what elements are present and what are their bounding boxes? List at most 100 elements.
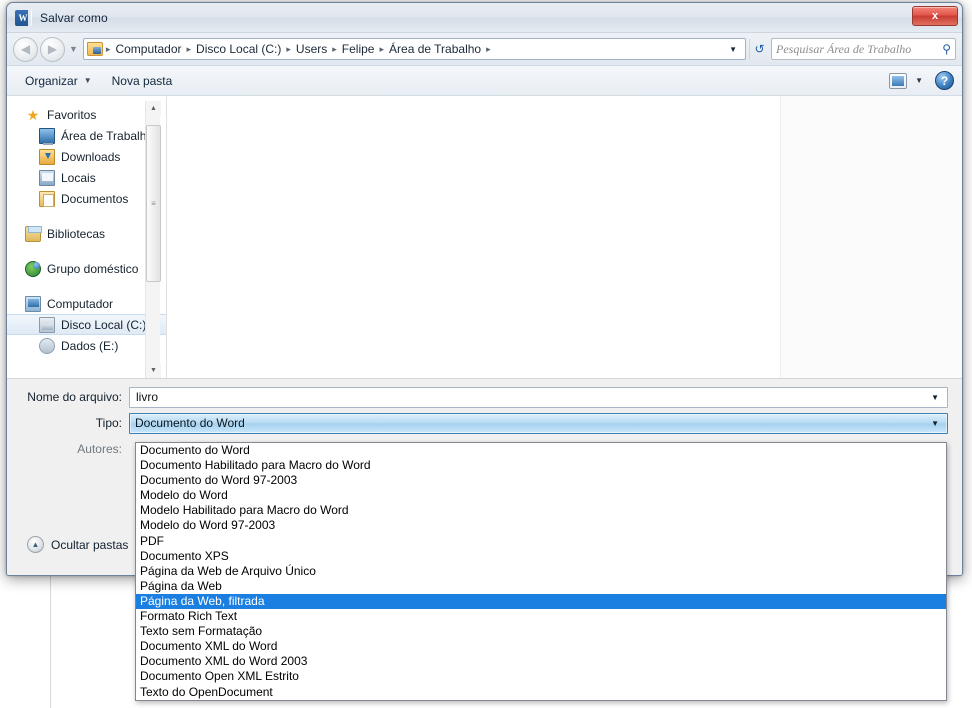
help-button[interactable]: ? (935, 71, 954, 90)
hide-folders-label: Ocultar pastas (51, 537, 129, 552)
file-list-area[interactable] (167, 96, 780, 378)
sidebar-label: Documentos (61, 191, 129, 206)
sidebar-label: Bibliotecas (47, 226, 106, 241)
word-icon: W (15, 10, 32, 26)
folder-icon (86, 42, 103, 56)
view-chevron-down-icon[interactable]: ▼ (915, 76, 923, 85)
filetype-option[interactable]: Página da Web (136, 579, 946, 594)
documents-icon (39, 190, 55, 207)
filetype-option[interactable]: Página da Web de Arquivo Único (136, 564, 946, 579)
back-button[interactable]: ◀ (13, 36, 38, 62)
computer-icon (25, 295, 41, 312)
filetype-chevron-down-icon[interactable]: ▼ (925, 419, 945, 428)
homegroup-icon (25, 260, 41, 277)
sidebar-item-downloads[interactable]: Downloads (7, 146, 166, 167)
document-margin-line (50, 560, 51, 708)
dialog-body: ★ Favoritos Área de Trabalho Downloads L… (7, 96, 962, 378)
hide-folders-button[interactable]: ▲ Ocultar pastas (27, 536, 128, 553)
downloads-icon (39, 148, 55, 165)
address-chevron-down-icon[interactable]: ▼ (723, 45, 743, 54)
sidebar-group-grupo-domestico[interactable]: Grupo doméstico (7, 258, 166, 279)
filename-row: Nome do arquivo: livro ▼ (7, 386, 962, 408)
filetype-option[interactable]: Documento XPS (136, 549, 946, 564)
sidebar-scrollbar[interactable]: ▲ ≡ ▼ (145, 101, 161, 378)
sidebar-label: Disco Local (C:) (61, 317, 147, 332)
sidebar-label: Downloads (61, 149, 121, 164)
sidebar-label: Grupo doméstico (47, 261, 139, 276)
scrollbar-thumb[interactable]: ≡ (146, 125, 161, 282)
breadcrumb-separator: ▸ (486, 43, 491, 54)
back-arrow-icon: ◀ (20, 42, 31, 56)
filetype-option[interactable]: Modelo do Word 97-2003 (136, 518, 946, 533)
sidebar-item-locais[interactable]: Locais (7, 167, 166, 188)
filetype-option[interactable]: Formato Rich Text (136, 609, 946, 624)
breadcrumb-item-area-de-trabalho[interactable]: Área de Trabalho (385, 40, 485, 58)
chevron-up-circle-icon: ▲ (27, 536, 44, 553)
filetype-combobox[interactable]: Documento do Word ▼ (129, 412, 948, 434)
filename-input[interactable]: livro ▼ (129, 386, 948, 408)
scroll-down-arrow-icon[interactable]: ▼ (146, 363, 161, 378)
organize-button[interactable]: Organizar ▼ (15, 70, 102, 92)
breadcrumb-item-disco-local[interactable]: Disco Local (C:) (192, 40, 285, 58)
filetype-option[interactable]: Documento Habilitado para Macro do Word (136, 458, 946, 473)
filetype-option[interactable]: Página da Web, filtrada (136, 593, 946, 610)
address-toolbar: ◀ ▶ ▼ ▸ Computador ▸ Disco Local (C:) ▸ … (7, 33, 962, 66)
places-icon (39, 169, 55, 186)
search-input[interactable]: Pesquisar Área de Trabalho ⚲ (771, 38, 956, 60)
disk-icon (39, 337, 55, 354)
sidebar-label: Área de Trabalho (61, 128, 154, 143)
filetype-row: Tipo: Documento do Word ▼ (7, 412, 962, 434)
close-button[interactable]: x (912, 6, 958, 26)
organize-label: Organizar (25, 73, 78, 88)
dialog-titlebar: W Salvar como x (7, 3, 962, 33)
scrollbar-grip-icon: ≡ (151, 198, 156, 208)
sidebar-group-bibliotecas[interactable]: Bibliotecas (7, 223, 166, 244)
sidebar-item-disco-local-c[interactable]: Disco Local (C:) (7, 314, 166, 335)
filetype-option[interactable]: Documento do Word (136, 443, 946, 458)
authors-label: Autores: (77, 442, 122, 456)
filetype-option[interactable]: Modelo do Word (136, 488, 946, 503)
view-mode-icon[interactable] (889, 72, 908, 89)
filename-chevron-down-icon[interactable]: ▼ (925, 393, 945, 402)
scroll-up-arrow-icon[interactable]: ▲ (146, 101, 161, 116)
filetype-value: Documento do Word (135, 416, 245, 430)
recent-locations-chevron-down-icon[interactable]: ▼ (69, 44, 78, 54)
forward-arrow-icon: ▶ (47, 42, 58, 56)
sidebar-label: Dados (E:) (61, 338, 119, 353)
sidebar-item-documentos[interactable]: Documentos (7, 188, 166, 209)
filetype-option[interactable]: Documento Open XML Estrito (136, 669, 946, 684)
search-placeholder: Pesquisar Área de Trabalho (776, 41, 912, 56)
filetype-option[interactable]: Texto sem Formatação (136, 624, 946, 639)
filetype-option[interactable]: Documento do Word 97-2003 (136, 473, 946, 488)
sidebar-group-favoritos[interactable]: ★ Favoritos (7, 104, 166, 125)
navigation-sidebar: ★ Favoritos Área de Trabalho Downloads L… (7, 96, 167, 378)
refresh-icon[interactable]: ↺ (749, 38, 769, 60)
filetype-option[interactable]: Documento XML do Word 2003 (136, 654, 946, 669)
filetype-option[interactable]: Modelo Habilitado para Macro do Word (136, 503, 946, 518)
chevron-down-icon: ▼ (83, 76, 92, 85)
breadcrumb-item-computador[interactable]: Computador (111, 40, 185, 58)
filetype-option[interactable]: Documento XML do Word (136, 639, 946, 654)
sidebar-item-dados-e[interactable]: Dados (E:) (7, 335, 166, 356)
forward-button[interactable]: ▶ (40, 36, 65, 62)
sidebar-item-area-de-trabalho[interactable]: Área de Trabalho (7, 125, 166, 146)
filetype-dropdown-list[interactable]: Documento do Word Documento Habilitado pa… (135, 442, 947, 701)
command-toolbar: Organizar ▼ Nova pasta ▼ ? (7, 66, 962, 96)
new-folder-label: Nova pasta (111, 73, 173, 88)
breadcrumb-address-bar[interactable]: ▸ Computador ▸ Disco Local (C:) ▸ Users … (82, 38, 746, 60)
new-folder-button[interactable]: Nova pasta (102, 70, 183, 92)
filetype-option[interactable]: PDF (136, 534, 946, 549)
preview-pane (780, 96, 962, 378)
sidebar-label: Locais (61, 170, 96, 185)
sidebar-label: Favoritos (47, 107, 97, 122)
filetype-label: Tipo: (95, 416, 122, 430)
sidebar-group-computador[interactable]: Computador (7, 293, 166, 314)
sidebar-label: Computador (47, 296, 114, 311)
breadcrumb-item-users[interactable]: Users (292, 40, 331, 58)
libraries-icon (25, 225, 42, 242)
filetype-option[interactable]: Texto do OpenDocument (136, 685, 946, 700)
harddisk-icon (39, 316, 55, 333)
breadcrumb-item-felipe[interactable]: Felipe (338, 40, 379, 58)
